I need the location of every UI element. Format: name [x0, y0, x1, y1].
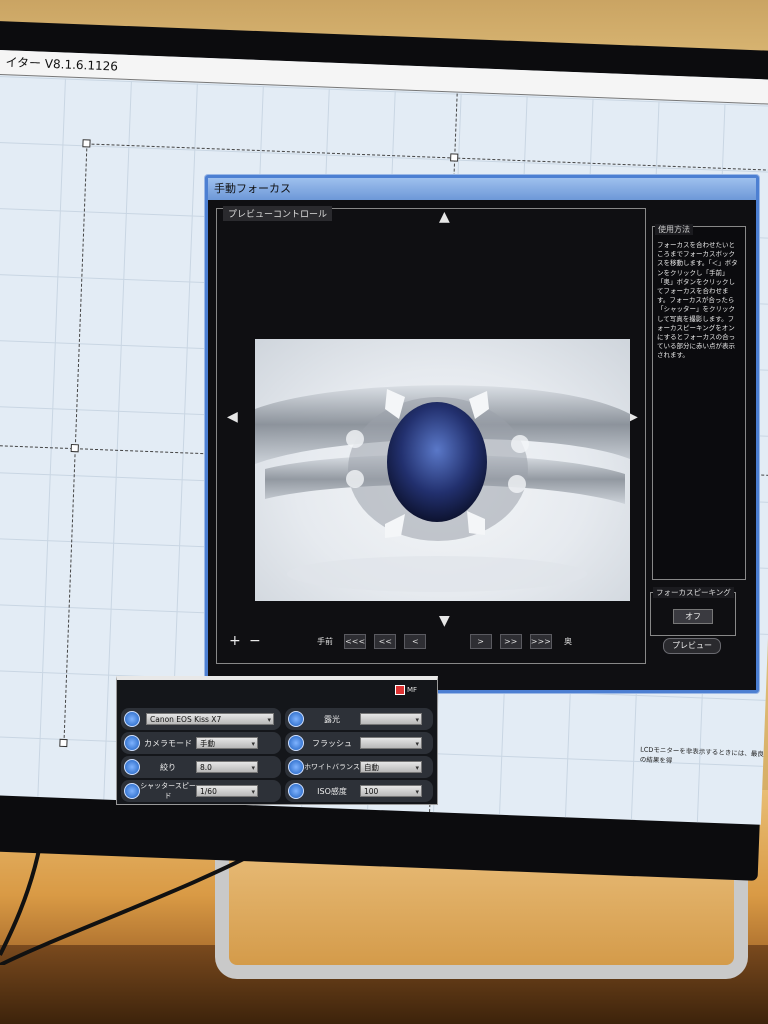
camera-mode-label: カメラモード: [144, 738, 192, 748]
flash-label: フラッシュ: [312, 738, 352, 748]
near-small-step-button[interactable]: <: [404, 634, 427, 649]
aperture-label: 絞り: [160, 762, 176, 772]
camera-model-select[interactable]: Canon EOS Kiss X7: [146, 713, 274, 726]
near-medium-step-button[interactable]: <<: [374, 634, 397, 649]
power-cable: [0, 845, 270, 965]
camera-icon: [124, 711, 140, 727]
far-label: 奥: [563, 637, 572, 646]
aperture-icon: [124, 759, 140, 775]
white-balance-label: ホワイトバランス: [304, 763, 360, 771]
mode-icon: [124, 735, 140, 751]
ring-photo: [255, 385, 630, 592]
setting-row-camera-mode: カメラモード 手動: [121, 732, 281, 754]
live-preview-image[interactable]: [255, 339, 630, 601]
setting-row-white-balance: ホワイトバランス 自動: [285, 756, 433, 778]
resize-handle-bottom-left[interactable]: [59, 738, 68, 748]
shutter-speed-select[interactable]: 1/60: [196, 785, 258, 798]
record-icon: [395, 685, 405, 695]
setting-row-iso: ISO感度 100: [285, 780, 433, 802]
white-balance-select[interactable]: 自動: [360, 761, 422, 774]
camera-settings-panel: MF Canon EOS Kiss X7 カメラモード 手動 絞り 8.0 シャ…: [116, 676, 438, 805]
focus-peaking-group: フォーカスピーキング オフ: [650, 587, 736, 636]
near-large-step-button[interactable]: <<<: [344, 634, 367, 649]
shutter-icon: [124, 783, 140, 799]
aperture-select[interactable]: 8.0: [196, 761, 258, 774]
camera-mode-select[interactable]: 手動: [196, 737, 258, 750]
near-label: 手前: [317, 637, 333, 646]
setting-row-camera: Canon EOS Kiss X7: [121, 708, 281, 730]
flash-icon: [288, 735, 304, 751]
setting-row-flash: フラッシュ: [285, 732, 433, 754]
setting-row-shutter: シャッタースピード 1/60: [121, 780, 281, 802]
help-text: フォーカスを合わせたいところまでフォーカスボックスを移動します。「＜」ボタンをク…: [657, 241, 738, 360]
iso-select[interactable]: 100: [360, 785, 422, 798]
focus-peaking-toggle[interactable]: オフ: [673, 609, 713, 624]
far-medium-step-button[interactable]: >>: [499, 634, 522, 649]
dialog-title: 手動フォーカス: [208, 178, 756, 200]
move-down-arrow-icon[interactable]: ▼: [439, 613, 450, 629]
zoom-in-button[interactable]: +: [229, 633, 241, 649]
white-balance-icon: [288, 759, 304, 775]
focus-peaking-title: フォーカスピーキング: [653, 587, 734, 598]
resize-handle-mid-left[interactable]: [70, 444, 79, 453]
setting-row-exposure: 露光: [285, 708, 433, 730]
app-title: イター V8.1.6.1126: [5, 55, 119, 74]
focus-mode-badge: MF: [407, 686, 418, 694]
help-title: 使用方法: [655, 224, 693, 235]
exposure-label: 露光: [324, 714, 340, 724]
zoom-out-button[interactable]: −: [249, 633, 261, 649]
flash-select[interactable]: [360, 737, 422, 750]
far-large-step-button[interactable]: >>>: [529, 634, 552, 649]
far-small-step-button[interactable]: >: [469, 634, 492, 649]
preview-control-label: プレビューコントロール: [223, 206, 333, 221]
preview-control-frame: プレビューコントロール ▲ ▼ ◀ ▶ + − 手前 <<< << < > >>…: [216, 206, 646, 664]
resize-handle-top-center[interactable]: [450, 153, 459, 162]
exposure-select[interactable]: [360, 713, 422, 726]
focus-step-controls: 手前 <<< << < > >> >>> 奥: [317, 631, 572, 649]
move-left-arrow-icon[interactable]: ◀: [227, 409, 238, 425]
exposure-icon: [288, 711, 304, 727]
move-up-arrow-icon[interactable]: ▲: [439, 209, 450, 225]
camera-settings-left: Canon EOS Kiss X7 カメラモード 手動 絞り 8.0 シャッター…: [121, 706, 281, 804]
manual-focus-dialog: 手動フォーカス プレビューコントロール ▲ ▼ ◀ ▶ + − 手前 <<< <…: [205, 175, 759, 693]
iso-icon: [288, 783, 304, 799]
camera-settings-right: 露光 フラッシュ ホワイトバランス 自動 ISO感度 100: [285, 706, 433, 804]
setting-row-aperture: 絞り 8.0: [121, 756, 281, 778]
resize-handle-top-left[interactable]: [82, 139, 91, 148]
help-panel: 使用方法 フォーカスを合わせたいところまでフォーカスボックスを移動します。「＜」…: [652, 224, 746, 580]
preview-button[interactable]: プレビュー: [663, 638, 721, 654]
shutter-speed-label: シャッタースピード: [140, 782, 196, 800]
iso-label: ISO感度: [317, 786, 347, 796]
